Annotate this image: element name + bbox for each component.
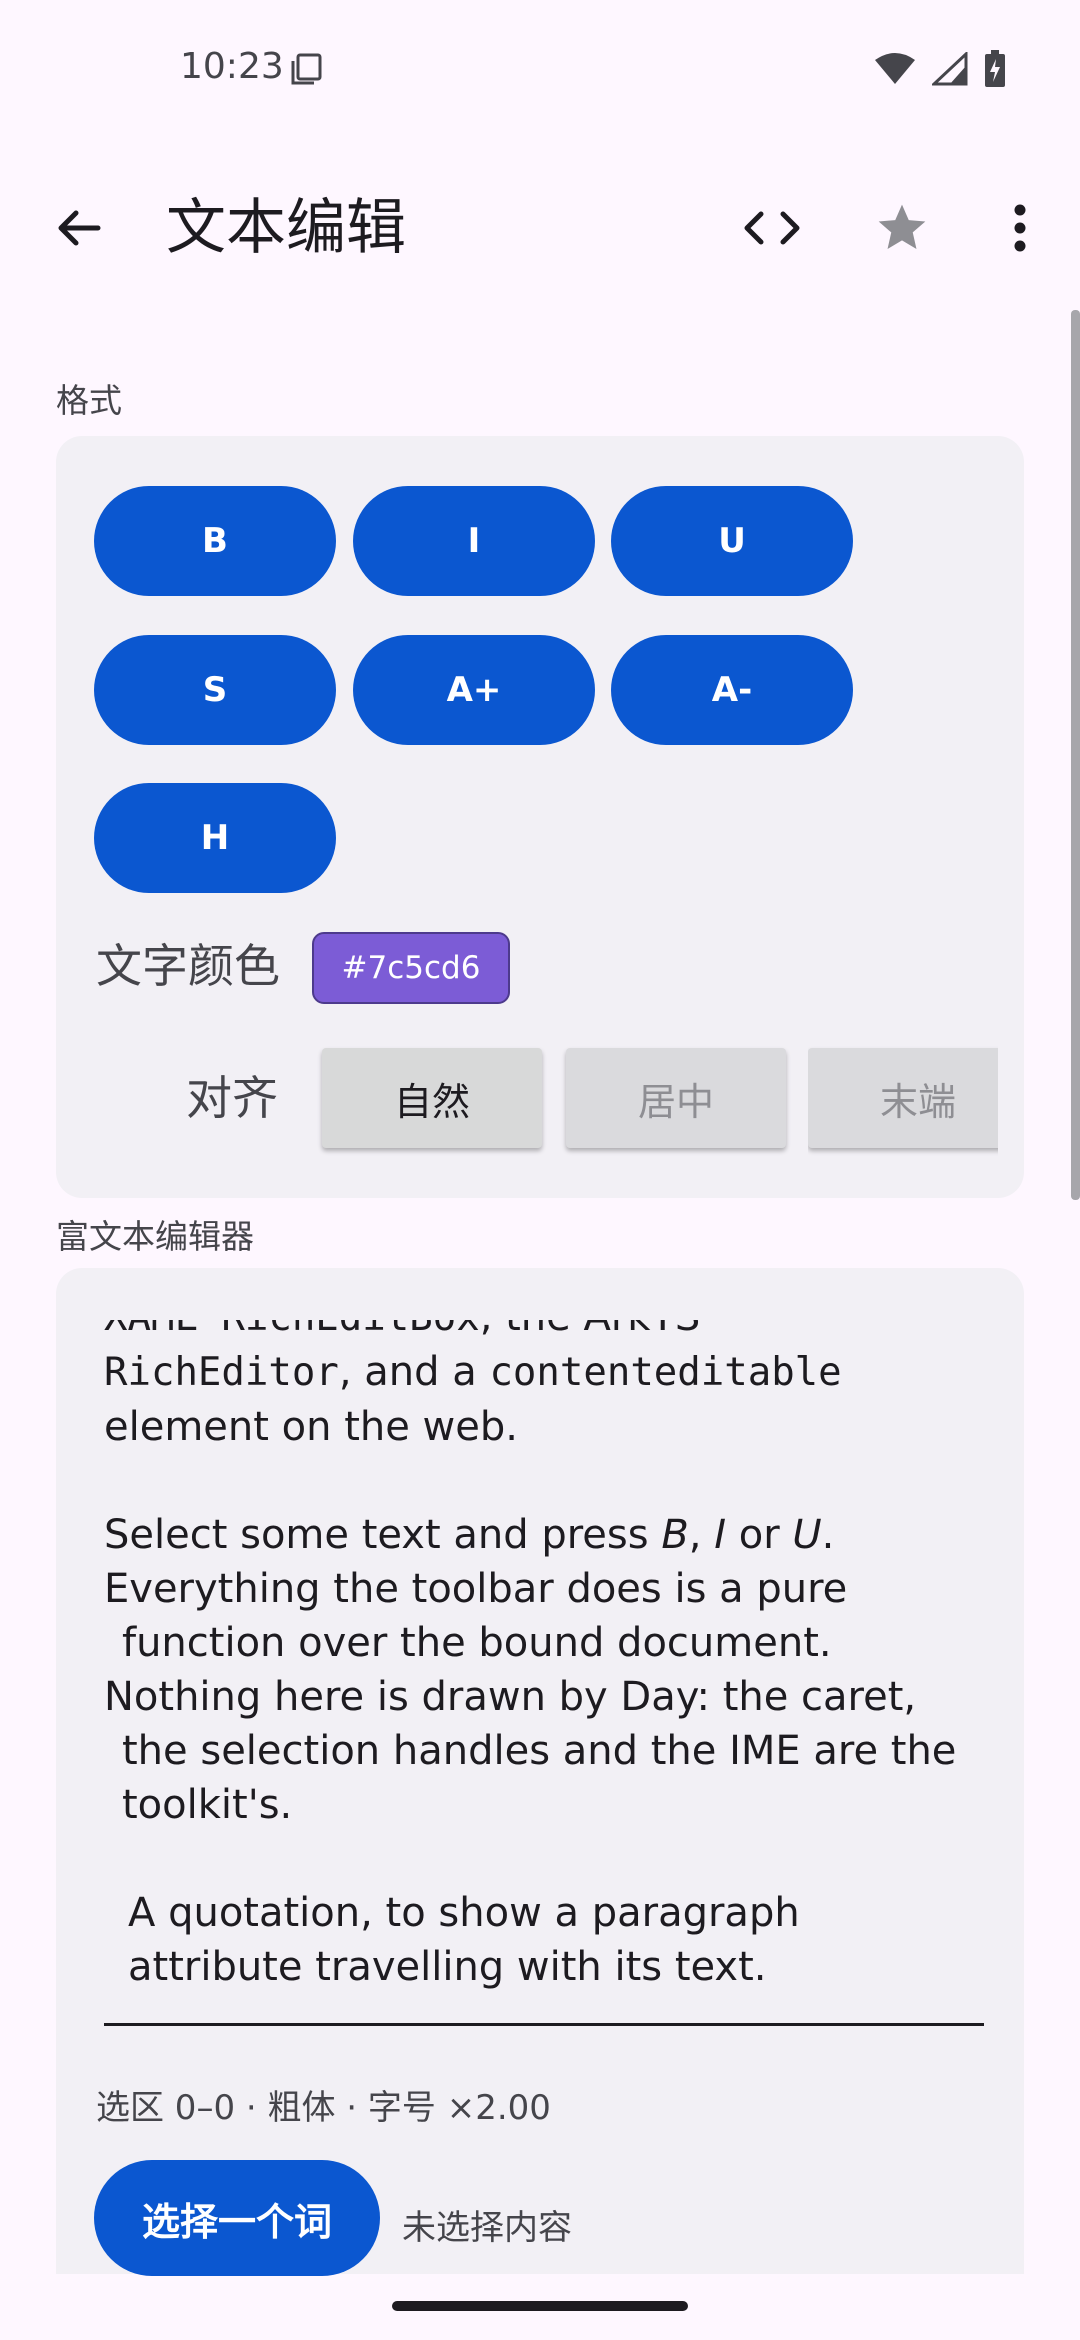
editor-blank-line	[104, 1832, 984, 1886]
cell-signal-icon	[932, 52, 968, 86]
code-icon	[744, 211, 800, 245]
scrollbar[interactable]	[1071, 310, 1080, 1200]
editor-blank-line	[104, 1454, 984, 1508]
align-natural-button[interactable]: 自然	[322, 1048, 542, 1148]
status-icons	[874, 50, 1006, 88]
editor-content[interactable]: XAML RichEditBox, the ArkTS RichEditor, …	[104, 1320, 984, 1994]
format-card: B I U S A+ A- H 文字颜色 #7c5cd6 对齐 自然 居中 末端	[56, 436, 1024, 1198]
underline-button[interactable]: U	[611, 486, 853, 596]
star-icon	[878, 204, 926, 249]
text-color-chip[interactable]: #7c5cd6	[312, 932, 510, 1004]
align-label: 对齐	[186, 1071, 278, 1125]
editor-line: element on the web.	[104, 1404, 518, 1450]
top-app-bar: 文本编辑	[0, 170, 1080, 280]
align-end-button[interactable]: 末端	[808, 1048, 998, 1148]
align-end-clip: 末端	[808, 1036, 998, 1160]
editor-quote-line: A quotation, to show a paragraph	[128, 1890, 800, 1936]
align-center-button[interactable]: 居中	[566, 1048, 786, 1148]
rich-text-editor[interactable]: XAML RichEditBox, the ArkTS RichEditor, …	[104, 1320, 984, 2026]
page-title: 文本编辑	[166, 193, 406, 263]
editor-section-label: 富文本编辑器	[56, 1217, 254, 1256]
back-button[interactable]	[40, 190, 116, 266]
wifi-icon	[875, 53, 915, 84]
decrease-font-button[interactable]: A-	[611, 635, 853, 745]
text-color-label: 文字颜色	[96, 939, 280, 993]
favorite-button[interactable]	[864, 190, 940, 266]
gesture-navigation-bar[interactable]	[392, 2301, 688, 2311]
format-section-label: 格式	[56, 381, 122, 420]
editor-card: XAML RichEditBox, the ArkTS RichEditor, …	[56, 1268, 1024, 2276]
strikethrough-button[interactable]: S	[94, 635, 336, 745]
status-bar: 10:23	[0, 0, 1080, 140]
more-vert-icon	[1014, 204, 1026, 252]
editor-line: function over the bound document.	[122, 1620, 832, 1666]
editor-line: the selection handles and the IME are th…	[122, 1728, 957, 1774]
screenshot-notification-icon	[291, 53, 322, 85]
editor-line: toolkit's.	[122, 1782, 293, 1828]
editor-quote-line: attribute travelling with its text.	[128, 1944, 767, 1990]
bold-button[interactable]: B	[94, 486, 336, 596]
battery-charging-icon	[985, 50, 1005, 87]
status-time: 10:23	[180, 46, 284, 87]
editor-line: Nothing here is drawn by Day: the caret,	[104, 1674, 917, 1720]
select-word-button[interactable]: 选择一个词	[94, 2160, 380, 2276]
editor-line: XAML RichEditBox, the ArkTS	[104, 1320, 984, 1345]
editor-line: Everything the toolbar does is a pure	[104, 1566, 848, 1612]
no-selection-text: 未选择内容	[402, 2208, 572, 2248]
arrow-left-icon	[58, 210, 101, 246]
more-options-button[interactable]	[982, 190, 1058, 266]
editor-line: RichEditor, and a contenteditable	[104, 1349, 842, 1395]
increase-font-button[interactable]: A+	[353, 635, 595, 745]
view-source-button[interactable]	[734, 190, 810, 266]
editor-line: Select some text and press B, I or U.	[104, 1512, 835, 1558]
italic-button[interactable]: I	[353, 486, 595, 596]
selection-status: 选区 0–0 · 粗体 · 字号 ×2.00	[96, 2088, 551, 2128]
highlight-button[interactable]: H	[94, 783, 336, 893]
